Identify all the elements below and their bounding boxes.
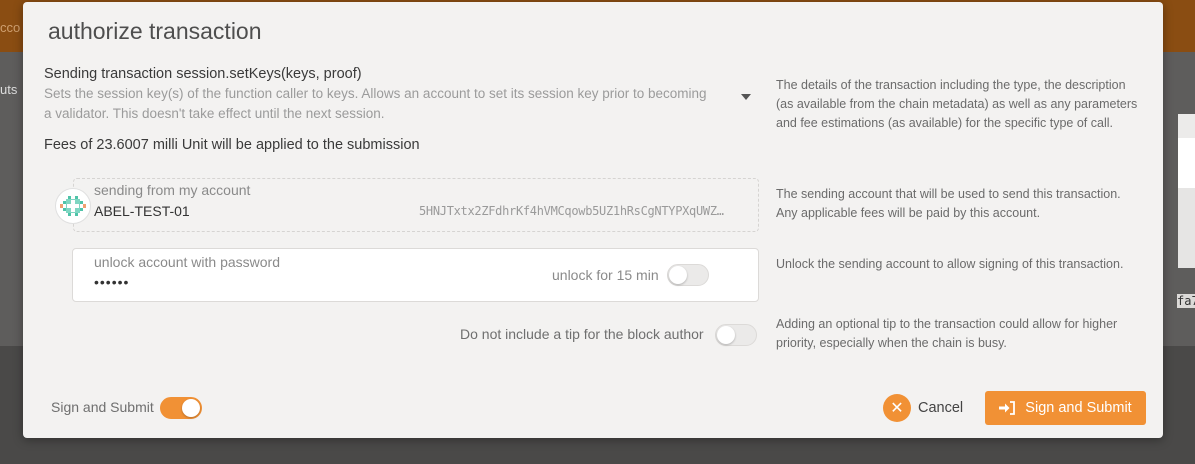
authorize-transaction-modal: authorize transaction Sending transactio… xyxy=(23,2,1163,438)
tip-help-text: Adding an optional tip to the transactio… xyxy=(776,317,1118,350)
account-field-label: sending from my account xyxy=(94,182,251,198)
sign-in-icon xyxy=(999,401,1016,415)
call-help-text: The details of the transaction including… xyxy=(776,78,1138,130)
account-help-text: The sending account that will be used to… xyxy=(776,187,1121,220)
unlock-duration-label: unlock for 15 min xyxy=(552,267,659,283)
account-address: 5HNJTxtx2ZFdhrKf4hVMCqowb5UZ1hRsCgNTYPXq… xyxy=(419,204,725,218)
background-panel xyxy=(1178,114,1195,138)
tip-toggle-label: Do not include a tip for the block autho… xyxy=(460,326,704,342)
background-tab-text: uts xyxy=(0,82,18,97)
cancel-button[interactable]: ✕ Cancel xyxy=(883,394,963,422)
background-hash-text: fa7 xyxy=(1177,294,1195,308)
caret-down-icon[interactable] xyxy=(741,94,751,100)
call-description: Sets the session key(s) of the function … xyxy=(44,86,707,121)
call-details-dropdown[interactable]: Sending transaction session.setKeys(keys… xyxy=(44,66,751,124)
tip-toggle[interactable] xyxy=(715,324,757,346)
account-identicon-icon[interactable] xyxy=(55,188,91,224)
sign-and-submit-toggle-label: Sign and Submit xyxy=(51,399,154,415)
password-field-label: unlock account with password xyxy=(94,254,280,270)
password-input[interactable] xyxy=(94,274,294,290)
sign-and-submit-toggle[interactable] xyxy=(160,397,202,419)
background-panel xyxy=(1178,138,1195,188)
sign-and-submit-button-label: Sign and Submit xyxy=(1025,400,1132,416)
unlock-help-text: Unlock the sending account to allow sign… xyxy=(776,257,1124,271)
background-header-text: cco xyxy=(0,20,21,35)
account-name: ABEL-TEST-01 xyxy=(94,203,190,219)
close-icon: ✕ xyxy=(883,394,911,422)
background-panel xyxy=(1178,188,1195,268)
fees-info: Fees of 23.6007 milli Unit will be appli… xyxy=(44,137,420,153)
modal-title: authorize transaction xyxy=(48,18,262,44)
sign-and-submit-button[interactable]: Sign and Submit xyxy=(985,391,1146,425)
toggle-knob xyxy=(669,266,687,284)
cancel-button-label: Cancel xyxy=(918,400,964,416)
toggle-knob xyxy=(717,326,735,344)
unlock-duration-toggle[interactable] xyxy=(667,264,709,286)
toggle-knob xyxy=(182,399,200,417)
call-title: Sending transaction session.setKeys(keys… xyxy=(44,66,362,82)
